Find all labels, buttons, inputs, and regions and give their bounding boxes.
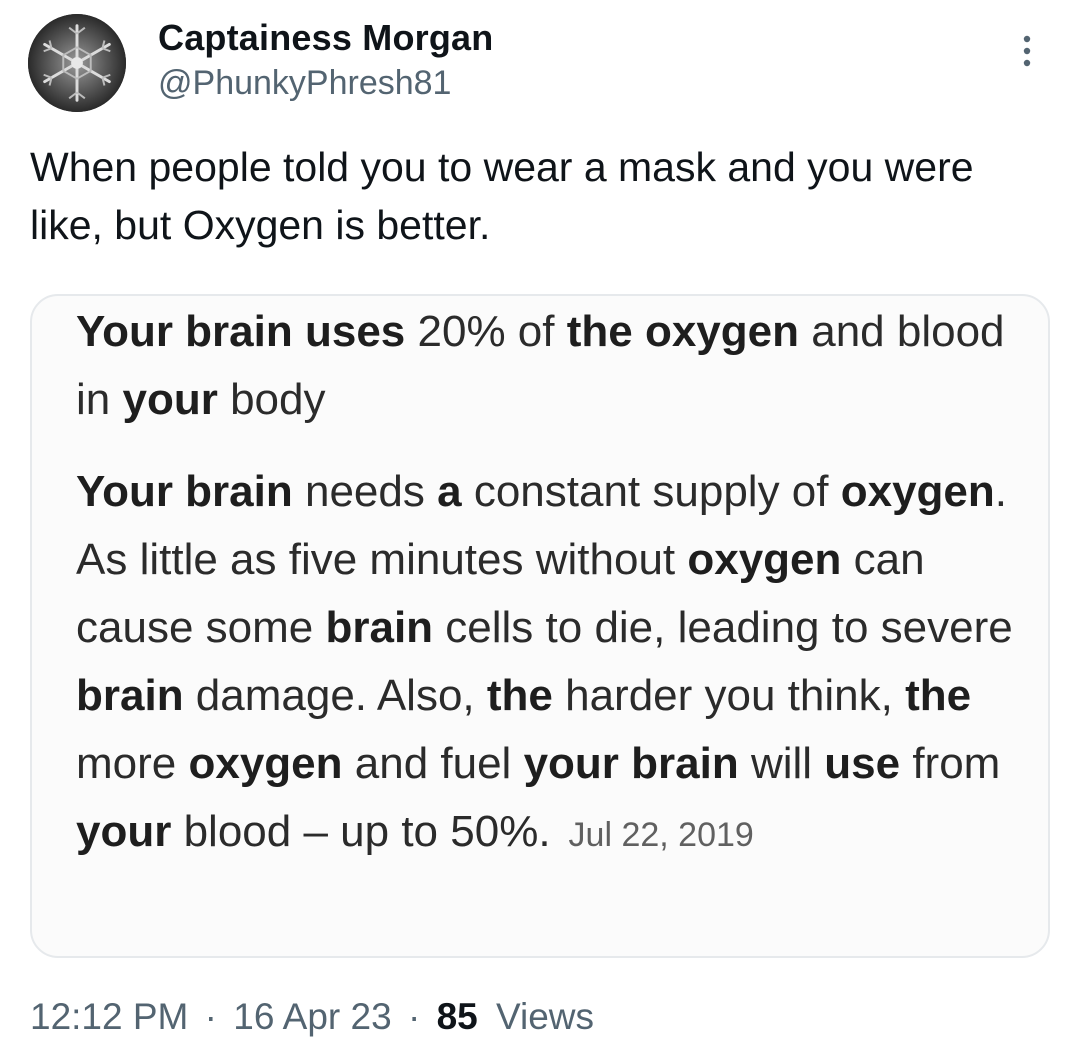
snippet-paragraph-2: Your brain needs a constant supply of ox… [76, 458, 1016, 869]
snippet-date: Jul 22, 2019 [568, 816, 754, 854]
snippet-bold-text: your [122, 375, 218, 424]
more-vertical-icon [1023, 35, 1031, 67]
snippet-text: more [76, 739, 189, 788]
snippet-text: needs [292, 467, 438, 516]
snippet-paragraph-2-text: Your brain needs a constant supply of ox… [76, 467, 1013, 856]
tweet-media-image[interactable]: Your brain uses 20% of the oxygen and bl… [30, 294, 1050, 958]
meta-separator: · [204, 996, 217, 1037]
snippet-text: will [738, 739, 825, 788]
snippet-bold-text: use [824, 739, 901, 788]
author-display-name[interactable]: Captainess Morgan [158, 16, 493, 60]
snippet-bold-text: your brain [523, 739, 739, 788]
snippet-bold-text: the [486, 671, 553, 720]
snippet-text: 20% of [405, 307, 567, 356]
snippet-text: and fuel [342, 739, 524, 788]
snippet-bold-text: Your brain uses [76, 307, 406, 356]
snippet-bold-text: your [76, 807, 172, 856]
tweet-date[interactable]: 16 Apr 23 [233, 996, 391, 1037]
snippet-bold-text: the [905, 671, 972, 720]
snippet-bold-text: brain [76, 671, 184, 720]
snowflake-avatar-icon [28, 14, 126, 112]
author-handle[interactable]: @PhunkyPhresh81 [158, 62, 451, 104]
more-options-button[interactable] [1012, 34, 1042, 70]
meta-separator: · [407, 996, 421, 1037]
snippet-bold-text: oxygen [188, 739, 343, 788]
snippet-bold-text: oxygen [687, 535, 842, 584]
snippet-text: damage. Also, [183, 671, 487, 720]
snippet-bold-text: brain [325, 603, 434, 652]
snippet-paragraph-1: Your brain uses 20% of the oxygen and bl… [76, 298, 1016, 434]
snippet-bold-text: the oxygen [566, 307, 799, 356]
search-snippet: Your brain uses 20% of the oxygen and bl… [76, 298, 1016, 869]
views-label: Views [496, 996, 595, 1037]
snippet-text: harder you think, [552, 671, 906, 720]
tweet-meta: 12:12 PM · 16 Apr 23 · 85 Views [30, 992, 594, 1042]
snippet-text: from [900, 739, 1001, 788]
snippet-text: body [217, 375, 326, 424]
snippet-bold-text: a [437, 467, 462, 516]
snippet-bold-text: Your brain [76, 467, 293, 516]
tweet: Captainess Morgan @PhunkyPhresh81 When p… [0, 0, 1080, 1043]
tweet-time[interactable]: 12:12 PM [30, 996, 188, 1037]
snippet-text: blood – up to 50%. [171, 807, 551, 856]
snippet-text: cells to die, leading to severe [433, 603, 1013, 652]
snippet-bold-text: oxygen [840, 467, 995, 516]
tweet-text: When people told you to wear a mask and … [30, 144, 985, 248]
views-count: 85 [436, 996, 478, 1037]
snippet-text: constant supply of [461, 467, 841, 516]
author-avatar[interactable] [28, 14, 126, 112]
